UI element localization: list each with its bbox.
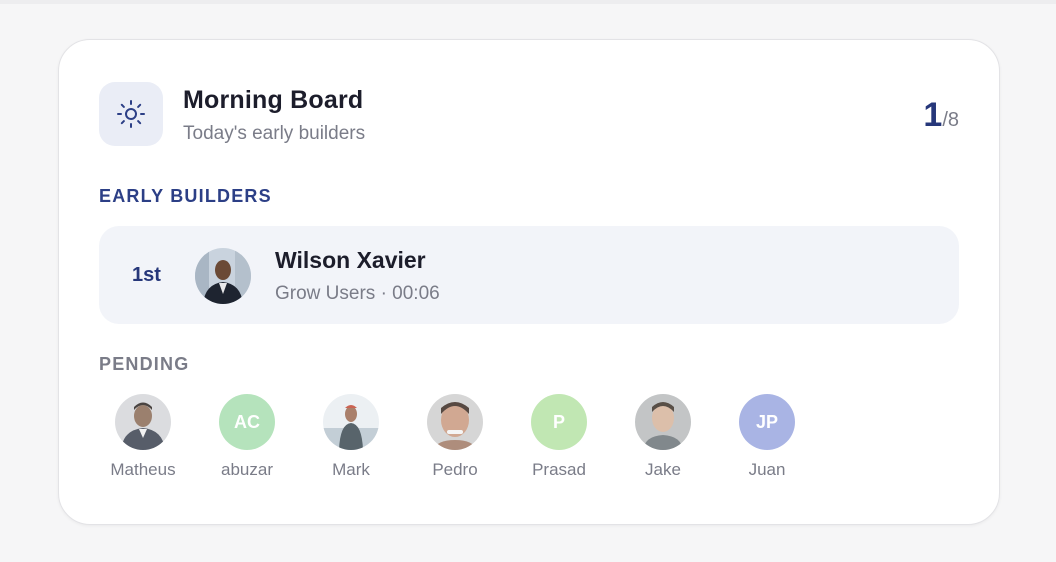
checkin-total: /8: [942, 109, 959, 131]
leader-name: Wilson Xavier: [275, 247, 426, 273]
pending-user-name: Jake: [645, 460, 681, 479]
leader-meta: Grow Users · 00:06: [275, 283, 440, 304]
checkin-count: 1: [923, 96, 943, 134]
avatar[interactable]: JP: [739, 394, 795, 450]
leader-rank: 1st: [132, 264, 161, 286]
avatar[interactable]: [115, 394, 171, 450]
pending-user-jake[interactable]: Jake: [619, 394, 707, 480]
avatar[interactable]: [323, 394, 379, 450]
board-subtitle: Today's early builders: [183, 123, 366, 144]
avatar[interactable]: [635, 394, 691, 450]
top-divider: [0, 0, 1056, 4]
checkin-counter: 1/8: [923, 96, 959, 135]
pending-user-abuzar[interactable]: AC abuzar: [203, 394, 291, 480]
pending-user-matheus[interactable]: Matheus: [99, 394, 187, 480]
pending-user-name: Juan: [748, 460, 786, 479]
pending-user-name: Matheus: [110, 460, 176, 479]
leader-row[interactable]: 1st Wilson Xavier Grow Users · 00:06: [99, 226, 959, 324]
pending-user-name: Mark: [332, 460, 370, 479]
pending-user-mark[interactable]: Mark: [307, 394, 395, 480]
pending-label: PENDING: [99, 354, 190, 374]
avatar[interactable]: [195, 248, 251, 304]
pending-user-name: Prasad: [532, 460, 586, 479]
avatar[interactable]: [427, 394, 483, 450]
board-header: Morning Board Today's early builders 1/8: [99, 82, 959, 148]
avatar[interactable]: P: [531, 394, 587, 450]
pending-user-pedro[interactable]: Pedro: [411, 394, 499, 480]
avatar[interactable]: AC: [219, 394, 275, 450]
board-title: Morning Board: [183, 86, 364, 114]
early-builders-label: EARLY BUILDERS: [99, 186, 272, 206]
pending-list: Matheus AC abuzar Mark Pedro P Prasad Ja…: [99, 394, 839, 494]
sun-icon-badge: [99, 82, 163, 146]
morning-board-card: Morning Board Today's early builders 1/8…: [58, 39, 1000, 525]
pending-user-prasad[interactable]: P Prasad: [515, 394, 603, 480]
pending-user-juan[interactable]: JP Juan: [723, 394, 811, 480]
sun-icon: [116, 99, 146, 129]
pending-user-name: abuzar: [221, 460, 273, 479]
pending-user-name: Pedro: [432, 460, 478, 479]
